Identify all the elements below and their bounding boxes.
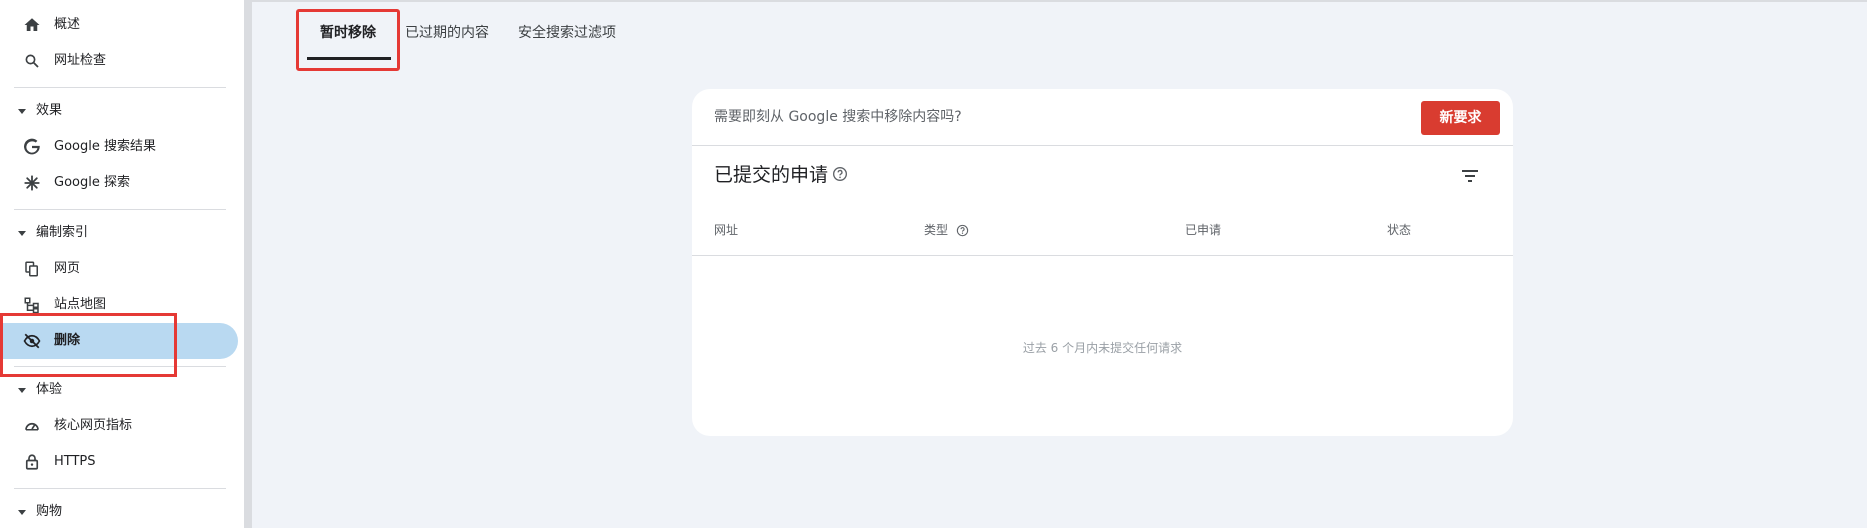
empty-state-message: 过去 6 个月内未提交任何请求 xyxy=(1022,341,1183,355)
tab-safesearch-filtering[interactable]: 安全搜索过滤项 xyxy=(518,0,616,66)
caret-down-icon xyxy=(18,109,26,114)
section-label: 购物 xyxy=(36,504,63,519)
sidebar-item-https[interactable]: HTTPS xyxy=(0,444,238,480)
help-icon[interactable] xyxy=(832,164,848,188)
section-label: 编制索引 xyxy=(36,225,89,240)
sidebar-divider xyxy=(14,87,226,88)
column-header-type[interactable]: 类型 xyxy=(924,222,969,239)
column-header-status[interactable]: 状态 xyxy=(1387,222,1411,238)
sidebar-item-label: 网址检查 xyxy=(54,53,107,68)
speedometer-icon xyxy=(22,416,42,436)
sidebar-scrollbar[interactable] xyxy=(244,0,252,528)
home-icon xyxy=(22,15,42,35)
section-label: 体验 xyxy=(36,382,63,397)
sidebar-item-core-web-vitals[interactable]: 核心网页指标 xyxy=(0,408,238,444)
caret-down-icon xyxy=(18,510,26,515)
sidebar-item-label: 概述 xyxy=(54,17,81,32)
sidebar-item-url-inspection[interactable]: 网址检查 xyxy=(0,43,238,79)
sidebar-section-indexing[interactable]: 编制索引 xyxy=(0,218,238,248)
pages-icon xyxy=(22,259,42,279)
sidebar-section-experience[interactable]: 体验 xyxy=(0,375,238,405)
caret-down-icon xyxy=(18,388,26,393)
sidebar: 概述 网址检查 效果 Google 搜索结果 Google 探索 编制索引 网页… xyxy=(0,0,248,528)
card-title-text: 已提交的申请 xyxy=(714,164,829,186)
caret-down-icon xyxy=(18,231,26,236)
sidebar-item-label: 站点地图 xyxy=(54,297,107,312)
sidebar-item-label: 网页 xyxy=(54,261,81,276)
column-header-requested[interactable]: 已申请 xyxy=(1185,222,1221,238)
filter-icon[interactable] xyxy=(1458,164,1482,188)
top-divider xyxy=(252,0,1867,2)
google-g-icon xyxy=(22,137,42,157)
column-header-type-label: 类型 xyxy=(924,223,949,237)
sitemap-icon xyxy=(22,295,42,315)
section-label: 效果 xyxy=(36,103,63,118)
highlight-box-removals xyxy=(0,313,177,377)
card-header: 需要即刻从 Google 搜索中移除内容吗? 新要求 xyxy=(692,89,1513,146)
lock-icon xyxy=(22,452,42,472)
sidebar-section-shopping[interactable]: 购物 xyxy=(0,497,238,527)
sidebar-section-performance[interactable]: 效果 xyxy=(0,96,238,126)
tab-outdated-content[interactable]: 已过期的内容 xyxy=(405,0,489,66)
sidebar-divider xyxy=(14,488,226,489)
sidebar-item-google-search-results[interactable]: Google 搜索结果 xyxy=(0,129,238,165)
table-header-divider xyxy=(692,255,1513,256)
submitted-requests-card: 需要即刻从 Google 搜索中移除内容吗? 新要求 已提交的申请 网址 类型 … xyxy=(692,89,1513,436)
sidebar-item-label: Google 搜索结果 xyxy=(54,139,156,154)
sidebar-item-label: 核心网页指标 xyxy=(54,418,133,433)
new-request-button[interactable]: 新要求 xyxy=(1421,101,1500,135)
sidebar-divider xyxy=(14,209,226,210)
removal-prompt: 需要即刻从 Google 搜索中移除内容吗? xyxy=(714,109,962,125)
column-header-url[interactable]: 网址 xyxy=(714,222,738,238)
card-title: 已提交的申请 xyxy=(714,163,848,188)
sidebar-item-google-discover[interactable]: Google 探索 xyxy=(0,165,238,201)
sidebar-item-label: Google 探索 xyxy=(54,175,130,190)
sidebar-item-pages[interactable]: 网页 xyxy=(0,251,238,287)
help-icon[interactable] xyxy=(956,223,969,239)
sidebar-item-label: HTTPS xyxy=(54,454,96,469)
sidebar-item-overview[interactable]: 概述 xyxy=(0,7,238,43)
asterisk-icon xyxy=(22,173,42,193)
highlight-box-tab xyxy=(296,9,400,71)
search-icon xyxy=(22,51,42,71)
